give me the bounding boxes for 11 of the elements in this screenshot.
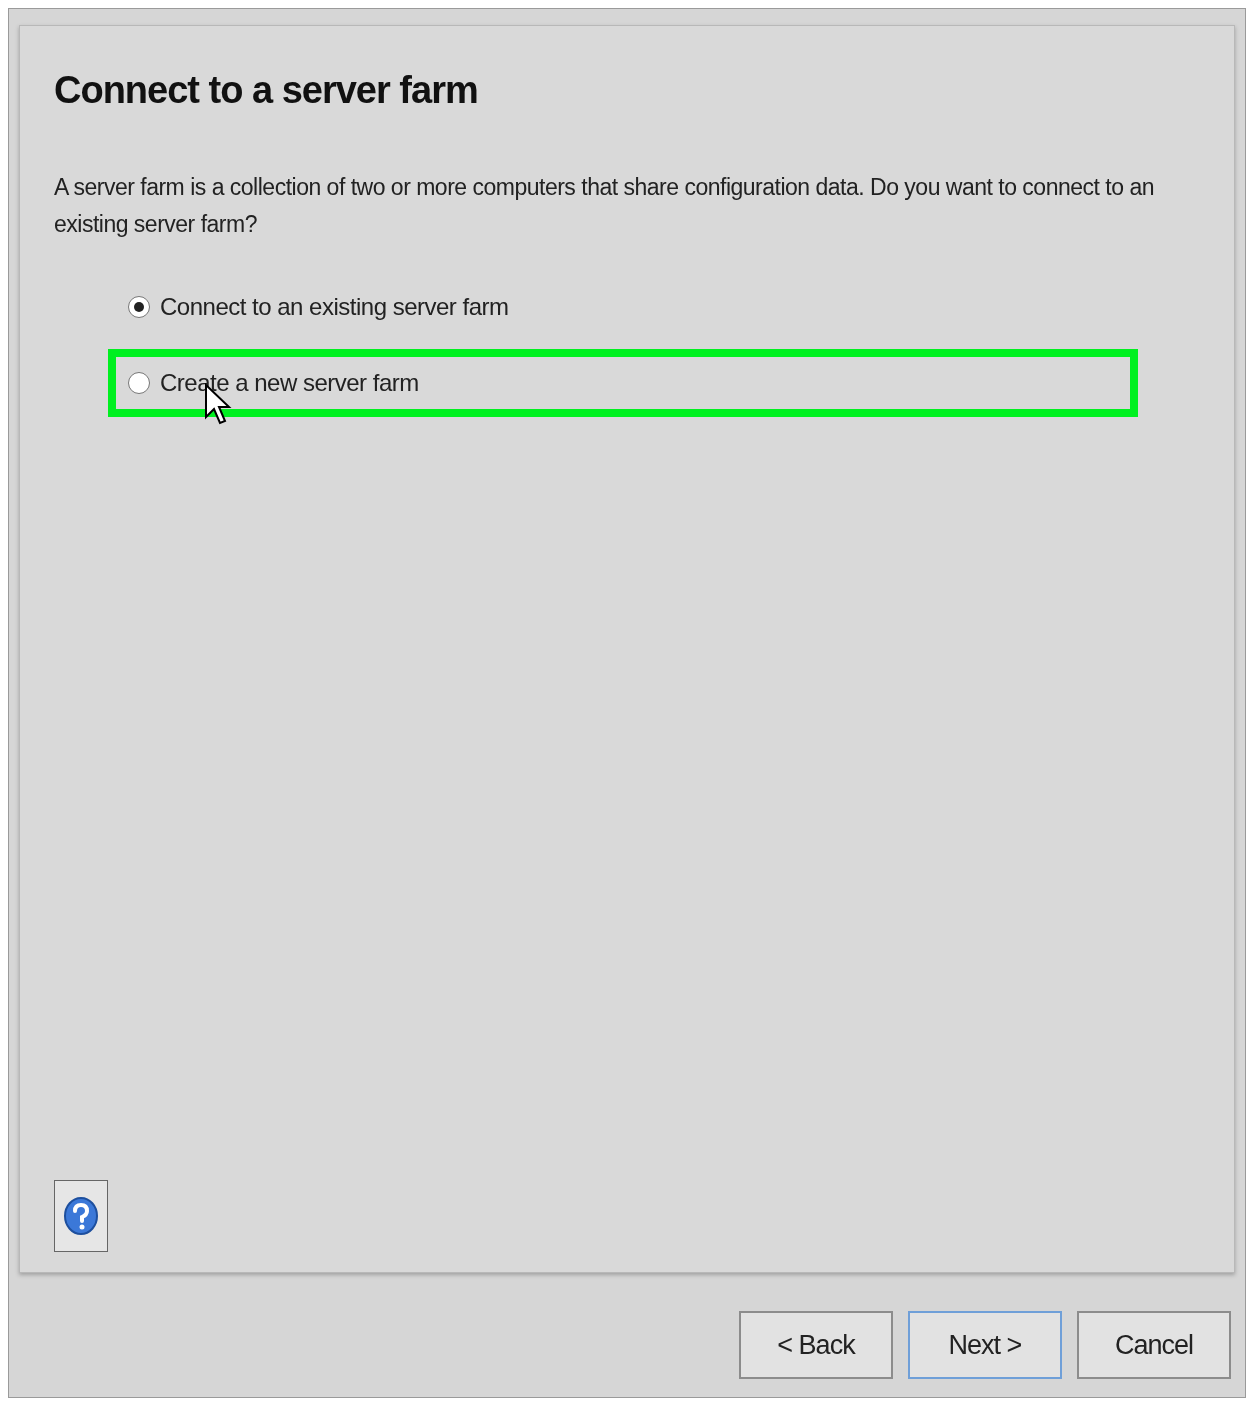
radio-button[interactable] — [128, 372, 150, 394]
radio-option[interactable]: Connect to an existing server farm — [128, 289, 1130, 325]
description-text: A server farm is a collection of two or more computers that share configuration data. Do you want to connect to an existing server farm? — [54, 173, 1155, 239]
page-title: Connect to a server farm — [54, 68, 479, 113]
help-icon — [63, 1196, 99, 1236]
radio-button[interactable] — [128, 296, 150, 318]
dialog-button[interactable]: < Back — [739, 1311, 893, 1379]
dialog-button[interactable]: Next > — [908, 1311, 1062, 1379]
help-button[interactable] — [54, 1180, 108, 1252]
radio-option[interactable]: Create a new server farm — [128, 365, 1130, 401]
dialog-button[interactable]: Cancel — [1077, 1311, 1231, 1379]
